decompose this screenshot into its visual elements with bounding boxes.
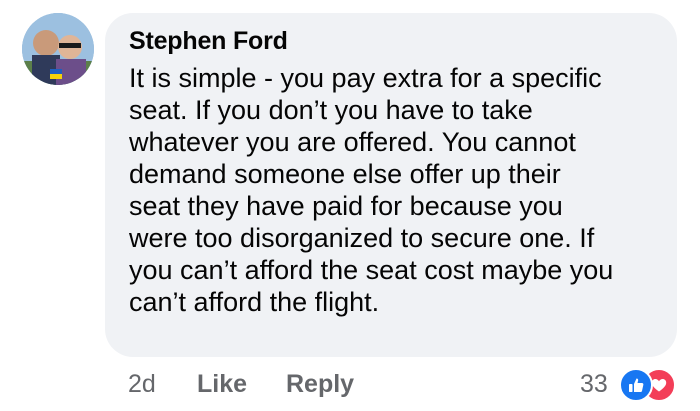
comment-text-line: demand someone else offer up their bbox=[129, 159, 561, 189]
thumbs-up-icon bbox=[619, 368, 653, 402]
timestamp[interactable]: 2d bbox=[128, 370, 156, 399]
like-button[interactable]: Like bbox=[197, 370, 247, 399]
comment-bubble: Stephen Ford It is simple - you pay extr… bbox=[105, 13, 677, 357]
comment-text-line: seat. If you don’t you have to take bbox=[129, 95, 533, 125]
author-name[interactable]: Stephen Ford bbox=[129, 27, 288, 56]
comment-text-line: seat they have paid for because you bbox=[129, 191, 563, 221]
comment-text-line: whatever you are offered. You cannot bbox=[129, 127, 576, 157]
avatar[interactable] bbox=[22, 13, 94, 85]
reaction-count: 33 bbox=[580, 370, 608, 398]
comment-text-line: you can’t afford the seat cost maybe you bbox=[129, 255, 614, 285]
comment-text-line: It is simple - you pay extra for a speci… bbox=[129, 63, 602, 93]
comment: Stephen Ford It is simple - you pay extr… bbox=[0, 0, 700, 411]
comment-text-line: can’t afford the flight. bbox=[129, 287, 380, 317]
reply-button[interactable]: Reply bbox=[286, 370, 354, 399]
comment-text-line: were too disorganized to secure one. If bbox=[129, 223, 595, 253]
comment-text: It is simple - you pay extra for a speci… bbox=[129, 62, 669, 318]
